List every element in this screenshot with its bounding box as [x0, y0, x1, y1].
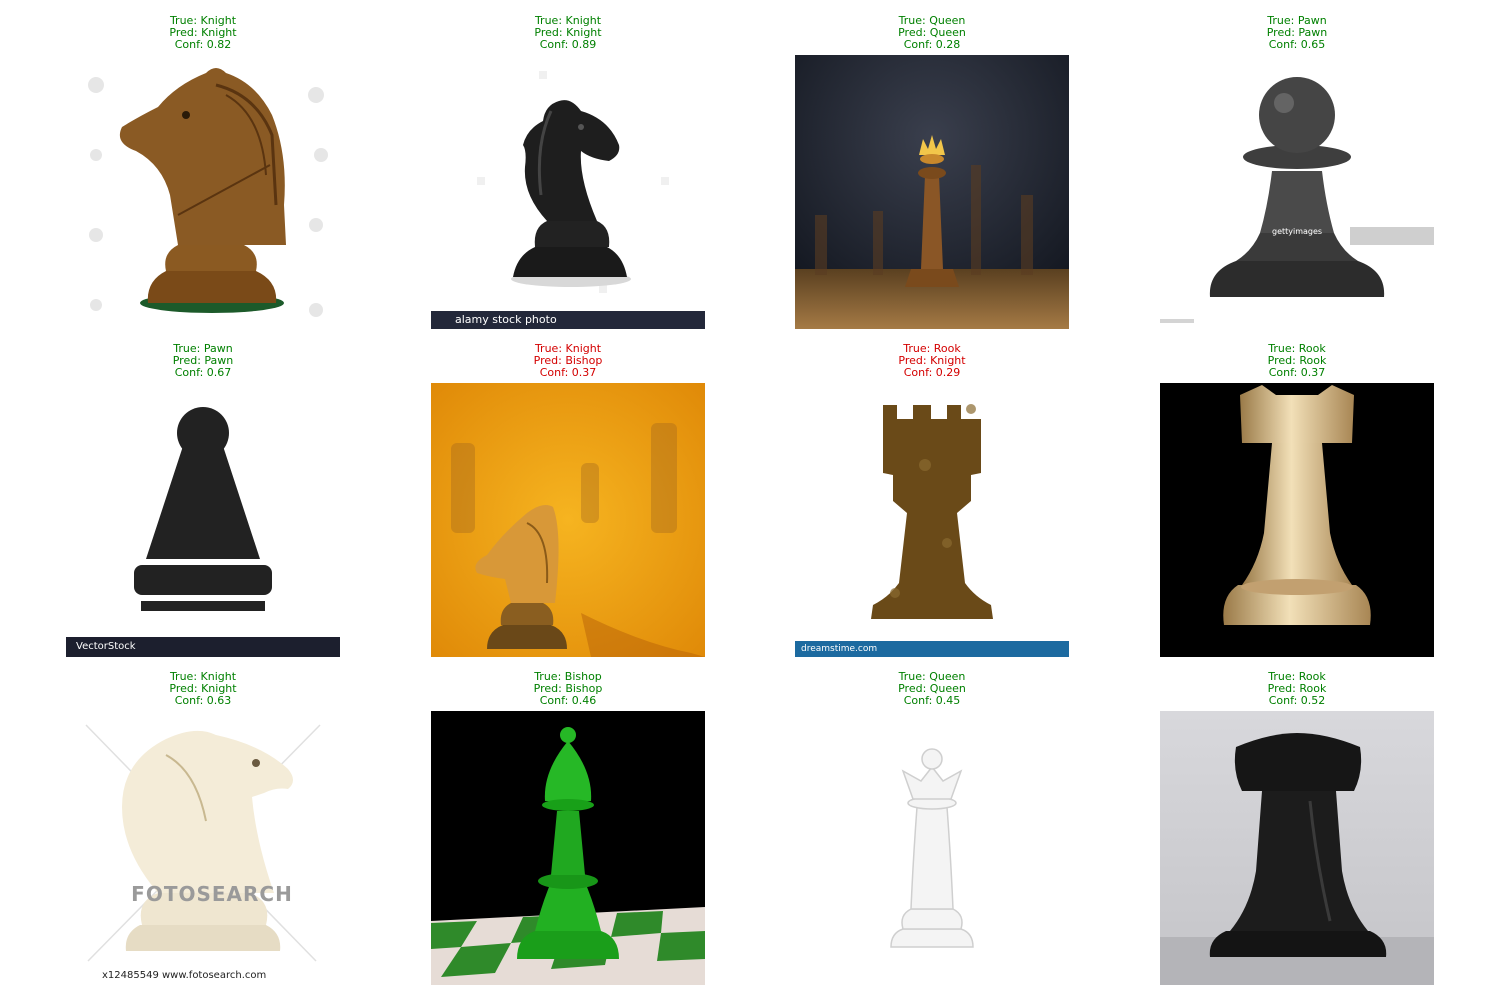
conf-label: Conf: 0.37	[1268, 365, 1326, 379]
cell-caption: True: Knight Pred: Knight Conf: 0.89	[431, 15, 705, 50]
pred-label: Pred: Bishop	[533, 681, 603, 695]
cell-caption: True: Pawn Pred: Pawn Conf: 0.67	[66, 343, 340, 378]
conf-label: Conf: 0.52	[1268, 693, 1326, 707]
conf-label: Conf: 0.67	[174, 365, 232, 379]
cell-caption: True: Rook Pred: Knight Conf: 0.29	[795, 343, 1069, 378]
sample-image-wooden-queen	[795, 55, 1069, 329]
sample-image-black-rook	[1160, 711, 1434, 985]
conf-label: Conf: 0.37	[539, 365, 597, 379]
sample-image-amber-knight	[431, 383, 705, 657]
watermark-banner: gettyimages	[1272, 227, 1323, 236]
conf-label: Conf: 0.63	[174, 693, 232, 707]
watermark-caption: x12485549 www.fotosearch.com	[102, 970, 267, 981]
sample-image-metal-pawn: gettyimages	[1160, 55, 1434, 329]
cell-caption: True: Pawn Pred: Pawn Conf: 0.65	[1160, 15, 1434, 50]
sample-image-white-queen	[795, 711, 1069, 985]
conf-label: Conf: 0.46	[539, 693, 597, 707]
sample-image-green-bishop	[431, 711, 705, 985]
cell-caption: True: Rook Pred: Rook Conf: 0.37	[1160, 343, 1434, 378]
pred-label: Pred: Rook	[1267, 681, 1327, 695]
pred-label: Pred: Pawn	[1266, 25, 1328, 39]
sample-image-brown-rook: dreamstime.com	[795, 383, 1069, 657]
sample-image-white-knight: FOTOSEARCH x12485549 www.fotosearch.com	[66, 711, 340, 985]
cell-caption: True: Knight Pred: Knight Conf: 0.82	[66, 15, 340, 50]
pred-label: Pred: Pawn	[172, 353, 234, 367]
pred-label: Pred: Bishop	[533, 353, 603, 367]
pred-label: Pred: Queen	[898, 681, 966, 695]
conf-label: Conf: 0.29	[903, 365, 961, 379]
conf-label: Conf: 0.28	[903, 37, 961, 51]
pred-label: Pred: Queen	[898, 25, 966, 39]
pred-label: Pred: Knight	[898, 353, 966, 367]
pred-label: Pred: Knight	[534, 25, 602, 39]
cell-caption: True: Knight Pred: Bishop Conf: 0.37	[431, 343, 705, 378]
conf-label: Conf: 0.45	[903, 693, 961, 707]
cell-caption: True: Bishop Pred: Bishop Conf: 0.46	[431, 671, 705, 706]
watermark-banner: alamy stock photo	[455, 313, 557, 326]
cell-caption: True: Queen Pred: Queen Conf: 0.45	[795, 671, 1069, 706]
cell-caption: True: Knight Pred: Knight Conf: 0.63	[66, 671, 340, 706]
sample-image-brown-knight	[66, 55, 340, 329]
conf-label: Conf: 0.65	[1268, 37, 1326, 51]
pred-label: Pred: Rook	[1267, 353, 1327, 367]
sample-image-pawn-silhouette: VectorStock	[66, 383, 340, 657]
conf-label: Conf: 0.89	[539, 37, 597, 51]
pred-label: Pred: Knight	[169, 681, 237, 695]
cell-caption: True: Queen Pred: Queen Conf: 0.28	[795, 15, 1069, 50]
pred-label: Pred: Knight	[169, 25, 237, 39]
watermark-banner: dreamstime.com	[801, 644, 878, 654]
watermark-banner: VectorStock	[76, 641, 136, 652]
conf-label: Conf: 0.82	[174, 37, 232, 51]
sample-image-black-knight: alamy stock photo	[431, 55, 705, 329]
watermark-logo: FOTOSEARCH	[131, 882, 293, 906]
sample-image-gold-rook	[1160, 383, 1434, 657]
cell-caption: True: Rook Pred: Rook Conf: 0.52	[1160, 671, 1434, 706]
